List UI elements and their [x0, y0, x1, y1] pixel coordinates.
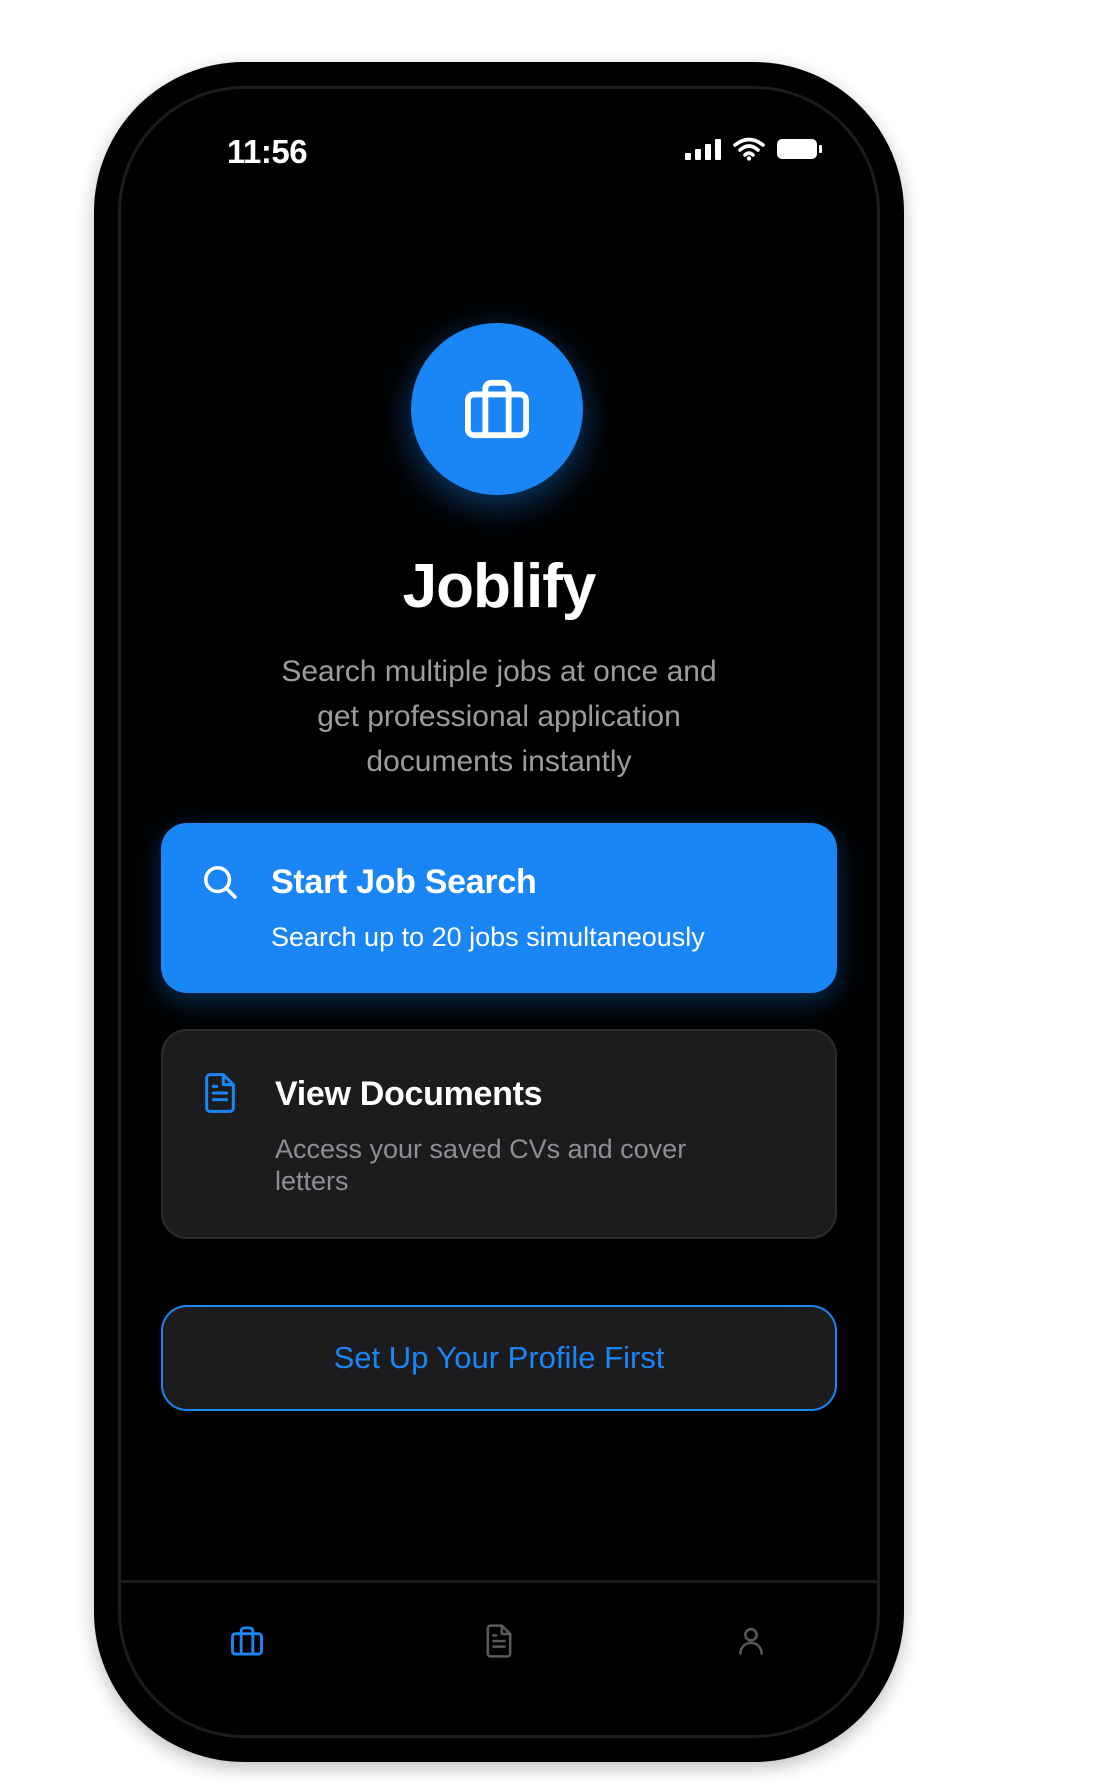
document-icon: [486, 1624, 512, 1658]
battery-icon: [777, 139, 822, 159]
start-job-search-description: Search up to 20 jobs simultaneously: [271, 922, 705, 952]
view-documents-button[interactable]: View Documents Access your saved CVs and…: [161, 1029, 837, 1239]
phone-frame: 11:56 Joblify Search multiple jobs at on…: [94, 62, 904, 1762]
set-up-profile-button[interactable]: Set Up Your Profile First: [161, 1305, 837, 1411]
document-icon: [205, 1073, 235, 1113]
view-documents-title: View Documents: [275, 1075, 543, 1113]
briefcase-icon: [231, 1626, 263, 1656]
view-documents-description: Access your saved CVs and cover letters: [275, 1134, 687, 1196]
app-subtitle: Search multiple jobs at once and get pro…: [281, 655, 717, 778]
signal-icon: [685, 138, 721, 160]
start-job-search-button[interactable]: Start Job Search Search up to 20 jobs si…: [161, 823, 837, 993]
wifi-icon: [733, 137, 765, 161]
app-title: Joblify: [402, 552, 597, 621]
status-bar: 11:56: [121, 89, 877, 199]
app-logo: [411, 323, 583, 495]
status-icons: [685, 137, 822, 161]
app-screen: 11:56 Joblify Search multiple jobs at on…: [118, 86, 880, 1738]
person-icon: [739, 1627, 763, 1655]
tab-bar: [121, 1580, 877, 1735]
search-icon: [204, 866, 237, 899]
start-job-search-title: Start Job Search: [271, 863, 537, 901]
tab-jobs[interactable]: [217, 1621, 277, 1661]
briefcase-icon: [465, 379, 529, 439]
tab-profile[interactable]: [721, 1621, 781, 1661]
status-time: 11:56: [227, 133, 308, 170]
tab-documents[interactable]: [469, 1621, 529, 1661]
